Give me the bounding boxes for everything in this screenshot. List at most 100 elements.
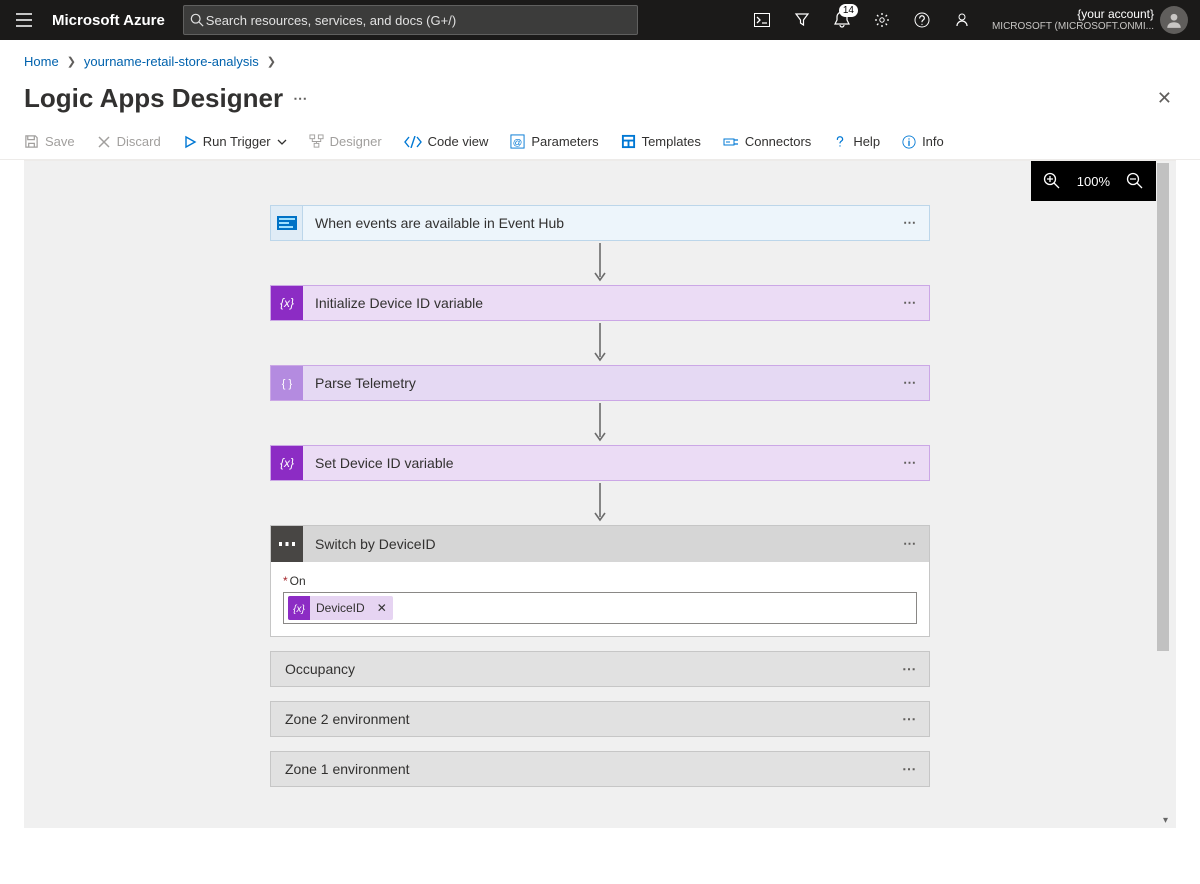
svg-text:{ }: { } bbox=[282, 378, 293, 390]
designer-button: Designer bbox=[309, 134, 382, 149]
account-avatar[interactable] bbox=[1160, 6, 1188, 34]
templates-button[interactable]: Templates bbox=[621, 134, 701, 149]
token-remove-button[interactable]: ✕ bbox=[371, 601, 393, 615]
hamburger-icon bbox=[16, 13, 32, 27]
action-node[interactable]: {x} Set Device ID variable ⋯ bbox=[270, 445, 930, 481]
svg-text:{x}: {x} bbox=[280, 456, 294, 470]
code-icon bbox=[404, 136, 422, 148]
svg-text:{x}: {x} bbox=[293, 604, 305, 614]
flow-arrow bbox=[270, 241, 930, 285]
page-header: Home ❯ yourname-retail-store-analysis ❯ … bbox=[0, 40, 1200, 114]
scrollbar-thumb[interactable] bbox=[1157, 163, 1169, 651]
designer-canvas-wrap: 100% ▾ When events are available in Even… bbox=[24, 160, 1176, 828]
switch-on-input[interactable]: {x} DeviceID ✕ bbox=[283, 592, 917, 624]
flow-arrow bbox=[270, 401, 930, 445]
canvas-scrollbar[interactable]: ▾ bbox=[1156, 161, 1170, 828]
switch-case[interactable]: Zone 1 environment ⋯ bbox=[270, 751, 930, 787]
node-more-button[interactable]: ⋯ bbox=[902, 761, 917, 778]
search-input[interactable] bbox=[204, 12, 631, 29]
title-more-button[interactable]: ⋯ bbox=[293, 90, 308, 107]
help-icon bbox=[914, 12, 930, 28]
parameters-button[interactable]: @ Parameters bbox=[510, 134, 598, 149]
notifications-button[interactable]: 14 bbox=[822, 0, 862, 40]
flow-arrow bbox=[270, 481, 930, 525]
top-bar: Microsoft Azure 14 {your account} MICROS… bbox=[0, 0, 1200, 40]
designer-canvas[interactable]: 100% ▾ When events are available in Even… bbox=[24, 160, 1176, 828]
settings-button[interactable] bbox=[862, 0, 902, 40]
zoom-out-button[interactable] bbox=[1126, 172, 1144, 190]
menu-toggle-button[interactable] bbox=[0, 0, 48, 40]
zoom-controls: 100% bbox=[1031, 161, 1156, 201]
node-more-button[interactable]: ⋯ bbox=[903, 536, 917, 552]
code-view-button[interactable]: Code view bbox=[404, 134, 489, 149]
search-icon bbox=[190, 13, 204, 27]
cloud-shell-button[interactable] bbox=[742, 0, 782, 40]
case-label: Zone 1 environment bbox=[285, 761, 410, 777]
connectors-button[interactable]: Connectors bbox=[723, 134, 811, 149]
directory-filter-button[interactable] bbox=[782, 0, 822, 40]
node-more-button[interactable]: ⋯ bbox=[903, 215, 917, 231]
case-label: Occupancy bbox=[285, 661, 355, 677]
expression-token[interactable]: {x} DeviceID ✕ bbox=[288, 596, 393, 620]
gear-icon bbox=[874, 12, 890, 28]
switch-on-label: *On bbox=[283, 574, 917, 588]
discard-icon bbox=[97, 135, 111, 149]
connectors-icon bbox=[723, 135, 739, 149]
trigger-label: When events are available in Event Hub bbox=[303, 215, 929, 231]
info-button[interactable]: Info bbox=[902, 134, 944, 149]
node-more-button[interactable]: ⋯ bbox=[902, 711, 917, 728]
action-label: Initialize Device ID variable bbox=[303, 295, 929, 311]
switch-body: *On {x} DeviceID ✕ bbox=[271, 562, 929, 636]
chevron-down-icon bbox=[277, 139, 287, 145]
node-more-button[interactable]: ⋯ bbox=[903, 295, 917, 311]
switch-icon bbox=[271, 526, 303, 562]
zoom-level: 100% bbox=[1077, 174, 1110, 189]
event-hub-icon bbox=[271, 206, 303, 240]
switch-case[interactable]: Zone 2 environment ⋯ bbox=[270, 701, 930, 737]
run-trigger-button[interactable]: Run Trigger bbox=[183, 134, 287, 149]
node-more-button[interactable]: ⋯ bbox=[903, 375, 917, 391]
switch-header[interactable]: Switch by DeviceID ⋯ bbox=[271, 526, 929, 562]
discard-button: Discard bbox=[97, 134, 161, 149]
avatar-icon bbox=[1165, 11, 1183, 29]
save-icon bbox=[24, 134, 39, 149]
info-icon bbox=[902, 135, 916, 149]
breadcrumb-resource[interactable]: yourname-retail-store-analysis bbox=[84, 54, 259, 69]
node-more-button[interactable]: ⋯ bbox=[903, 455, 917, 471]
svg-text:{x}: {x} bbox=[280, 296, 294, 310]
switch-case[interactable]: Occupancy ⋯ bbox=[270, 651, 930, 687]
save-button: Save bbox=[24, 134, 75, 149]
toolbar-help-button[interactable]: Help bbox=[833, 134, 880, 149]
help-button[interactable] bbox=[902, 0, 942, 40]
action-label: Parse Telemetry bbox=[303, 375, 929, 391]
scroll-down-icon[interactable]: ▾ bbox=[1163, 815, 1168, 826]
command-bar: Save Discard Run Trigger Designer Code v… bbox=[0, 128, 1200, 160]
account-info[interactable]: {your account} MICROSOFT (MICROSOFT.ONMI… bbox=[992, 8, 1154, 32]
node-more-button[interactable]: ⋯ bbox=[902, 661, 917, 678]
workflow: When events are available in Event Hub ⋯… bbox=[270, 205, 930, 787]
action-node[interactable]: { } Parse Telemetry ⋯ bbox=[270, 365, 930, 401]
breadcrumb-home[interactable]: Home bbox=[24, 54, 59, 69]
token-text: DeviceID bbox=[310, 601, 371, 615]
designer-icon bbox=[309, 134, 324, 149]
global-search[interactable] bbox=[183, 5, 638, 35]
action-node[interactable]: {x} Initialize Device ID variable ⋯ bbox=[270, 285, 930, 321]
trigger-node[interactable]: When events are available in Event Hub ⋯ bbox=[270, 205, 930, 241]
filter-icon bbox=[794, 12, 810, 28]
case-label: Zone 2 environment bbox=[285, 711, 410, 727]
zoom-in-button[interactable] bbox=[1043, 172, 1061, 190]
help-icon bbox=[833, 135, 847, 149]
account-name: {your account} bbox=[992, 8, 1154, 21]
flow-arrow bbox=[270, 321, 930, 365]
page-title: Logic Apps Designer bbox=[24, 83, 283, 114]
variable-icon: {x} bbox=[288, 596, 310, 620]
switch-node[interactable]: Switch by DeviceID ⋯ *On {x} DeviceID ✕ bbox=[270, 525, 930, 637]
zoom-out-icon bbox=[1126, 172, 1144, 190]
account-org: MICROSOFT (MICROSOFT.ONMI... bbox=[992, 21, 1154, 32]
templates-icon bbox=[621, 134, 636, 149]
brand-label: Microsoft Azure bbox=[52, 12, 165, 29]
feedback-button[interactable] bbox=[942, 0, 982, 40]
breadcrumb: Home ❯ yourname-retail-store-analysis ❯ bbox=[24, 54, 1176, 69]
parameters-icon: @ bbox=[510, 134, 525, 149]
close-button[interactable]: ✕ bbox=[1153, 84, 1176, 113]
